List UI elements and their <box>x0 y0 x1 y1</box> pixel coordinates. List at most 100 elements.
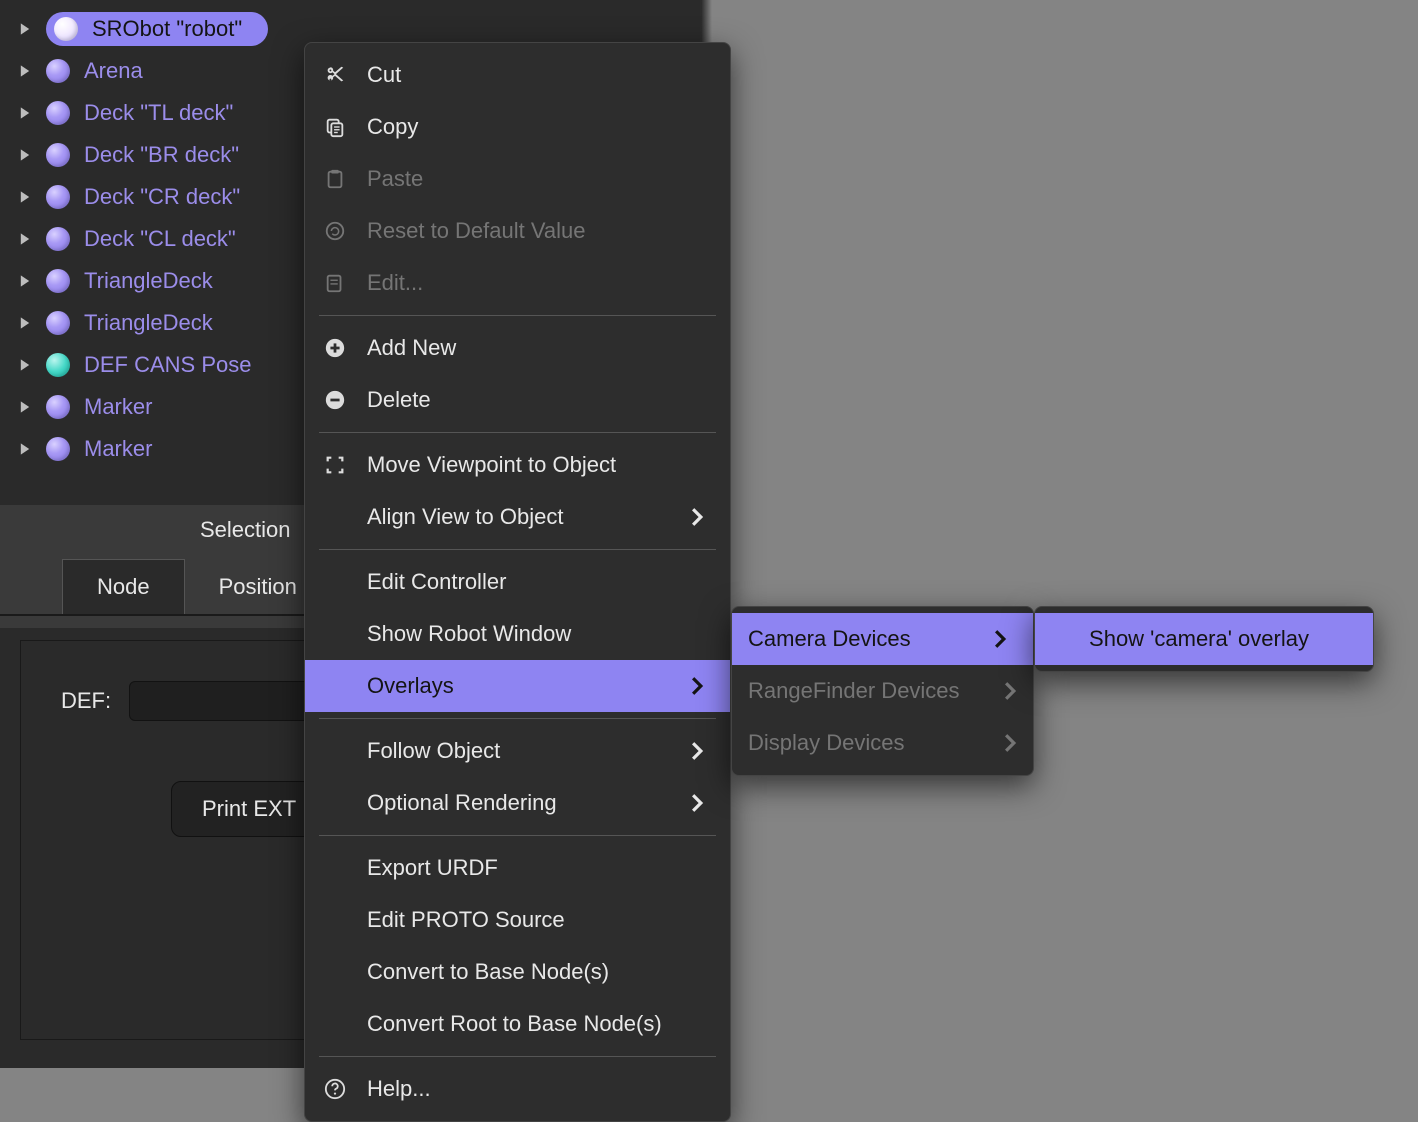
paste-icon <box>321 168 349 190</box>
chevron-right-icon[interactable] <box>18 106 32 120</box>
menu-item-align-view[interactable]: Align View to Object <box>305 491 730 543</box>
menu-item-overlays[interactable]: Overlays <box>305 660 730 712</box>
menu-item-move-viewpoint[interactable]: Move Viewpoint to Object <box>305 439 730 491</box>
chevron-right-icon[interactable] <box>18 232 32 246</box>
node-ball-icon <box>46 311 70 335</box>
menu-item-label: Add New <box>367 335 456 361</box>
menu-item-optional-rendering[interactable]: Optional Rendering <box>305 777 730 829</box>
chevron-right-icon <box>688 742 704 760</box>
menu-separator <box>319 315 716 316</box>
node-ball-icon <box>46 353 70 377</box>
chevron-right-icon <box>688 508 704 526</box>
submenu-item-rangefinder-devices: RangeFinder Devices <box>732 665 1033 717</box>
tree-node-label: Marker <box>84 436 152 462</box>
menu-item-label: Optional Rendering <box>367 790 557 816</box>
chevron-right-icon[interactable] <box>18 400 32 414</box>
help-icon <box>321 1078 349 1100</box>
menu-item-label: Reset to Default Value <box>367 218 586 244</box>
tree-node-label: Marker <box>84 394 152 420</box>
chevron-right-icon[interactable] <box>18 190 32 204</box>
menu-item-label: Convert Root to Base Node(s) <box>367 1011 662 1037</box>
menu-item-edit-controller[interactable]: Edit Controller <box>305 556 730 608</box>
submenu-item-display-devices: Display Devices <box>732 717 1033 769</box>
frame-icon <box>321 454 349 476</box>
chevron-right-icon <box>991 630 1007 648</box>
menu-item-add-new[interactable]: Add New <box>305 322 730 374</box>
copy-icon <box>321 116 349 138</box>
chevron-right-icon[interactable] <box>18 274 32 288</box>
menu-item-label: Convert to Base Node(s) <box>367 959 609 985</box>
chevron-right-icon <box>688 677 704 695</box>
menu-item-label: Cut <box>367 62 401 88</box>
menu-item-help[interactable]: Help... <box>305 1063 730 1115</box>
menu-item-label: Edit Controller <box>367 569 506 595</box>
node-ball-icon <box>54 17 78 41</box>
menu-item-label: Edit... <box>367 270 423 296</box>
menu-item-label: Edit PROTO Source <box>367 907 565 933</box>
tree-node-label: Deck "CR deck" <box>84 184 240 210</box>
menu-item-label: Delete <box>367 387 431 413</box>
viewport-background <box>700 0 1418 1068</box>
menu-separator <box>319 432 716 433</box>
menu-item-label: Overlays <box>367 673 454 699</box>
tree-node-label: Deck "BR deck" <box>84 142 239 168</box>
menu-item-label: Move Viewpoint to Object <box>367 452 616 478</box>
cut-icon <box>321 64 349 86</box>
node-ball-icon <box>46 101 70 125</box>
menu-separator <box>319 1056 716 1057</box>
menu-item-convert-to-base-nodes[interactable]: Convert to Base Node(s) <box>305 946 730 998</box>
menu-item-label: RangeFinder Devices <box>748 678 960 704</box>
tree-node-label: Deck "TL deck" <box>84 100 233 126</box>
menu-item-edit: Edit... <box>305 257 730 309</box>
node-ball-icon <box>46 59 70 83</box>
menu-item-show-robot-window[interactable]: Show Robot Window <box>305 608 730 660</box>
menu-item-label: Show 'camera' overlay <box>1089 626 1309 652</box>
menu-item-label: Align View to Object <box>367 504 563 530</box>
menu-separator <box>319 835 716 836</box>
menu-item-delete[interactable]: Delete <box>305 374 730 426</box>
menu-item-convert-root-to-base-nodes[interactable]: Convert Root to Base Node(s) <box>305 998 730 1050</box>
menu-separator <box>319 718 716 719</box>
menu-item-label: Camera Devices <box>748 626 911 652</box>
tab-node[interactable]: Node <box>62 559 185 614</box>
submenu-item-camera-devices[interactable]: Camera Devices <box>732 613 1033 665</box>
menu-item-export-urdf[interactable]: Export URDF <box>305 842 730 894</box>
chevron-right-icon[interactable] <box>18 148 32 162</box>
menu-item-label: Paste <box>367 166 423 192</box>
minus-circle-icon <box>321 389 349 411</box>
node-ball-icon <box>46 437 70 461</box>
node-ball-icon <box>46 227 70 251</box>
menu-item-copy[interactable]: Copy <box>305 101 730 153</box>
menu-item-follow-object[interactable]: Follow Object <box>305 725 730 777</box>
context-menu: Cut Copy Paste Reset to Default Value Ed… <box>304 42 731 1122</box>
submenu-overlays: Camera Devices RangeFinder Devices Displ… <box>731 606 1034 776</box>
node-ball-icon <box>46 185 70 209</box>
node-ball-icon <box>46 395 70 419</box>
submenu-item-show-camera-overlay[interactable]: Show 'camera' overlay <box>1035 613 1373 665</box>
menu-item-reset: Reset to Default Value <box>305 205 730 257</box>
chevron-right-icon[interactable] <box>18 442 32 456</box>
def-label: DEF: <box>61 688 111 714</box>
plus-circle-icon <box>321 337 349 359</box>
menu-item-label: Display Devices <box>748 730 905 756</box>
tree-node-label: TriangleDeck <box>84 310 213 336</box>
chevron-right-icon[interactable] <box>18 358 32 372</box>
chevron-right-icon <box>1001 734 1017 752</box>
menu-item-label: Show Robot Window <box>367 621 571 647</box>
node-ball-icon <box>46 143 70 167</box>
menu-item-cut[interactable]: Cut <box>305 49 730 101</box>
menu-separator <box>319 549 716 550</box>
chevron-right-icon[interactable] <box>18 22 32 36</box>
tree-node-label: Arena <box>84 58 143 84</box>
node-ball-icon <box>46 269 70 293</box>
menu-item-label: Follow Object <box>367 738 500 764</box>
menu-item-edit-proto-source[interactable]: Edit PROTO Source <box>305 894 730 946</box>
tree-node-label: SRObot "robot" <box>92 16 242 42</box>
chevron-right-icon[interactable] <box>18 64 32 78</box>
menu-item-label: Help... <box>367 1076 431 1102</box>
chevron-right-icon[interactable] <box>18 316 32 330</box>
chevron-right-icon <box>688 794 704 812</box>
submenu-camera-devices: Show 'camera' overlay <box>1034 606 1374 672</box>
tree-node-label: TriangleDeck <box>84 268 213 294</box>
menu-item-label: Export URDF <box>367 855 498 881</box>
